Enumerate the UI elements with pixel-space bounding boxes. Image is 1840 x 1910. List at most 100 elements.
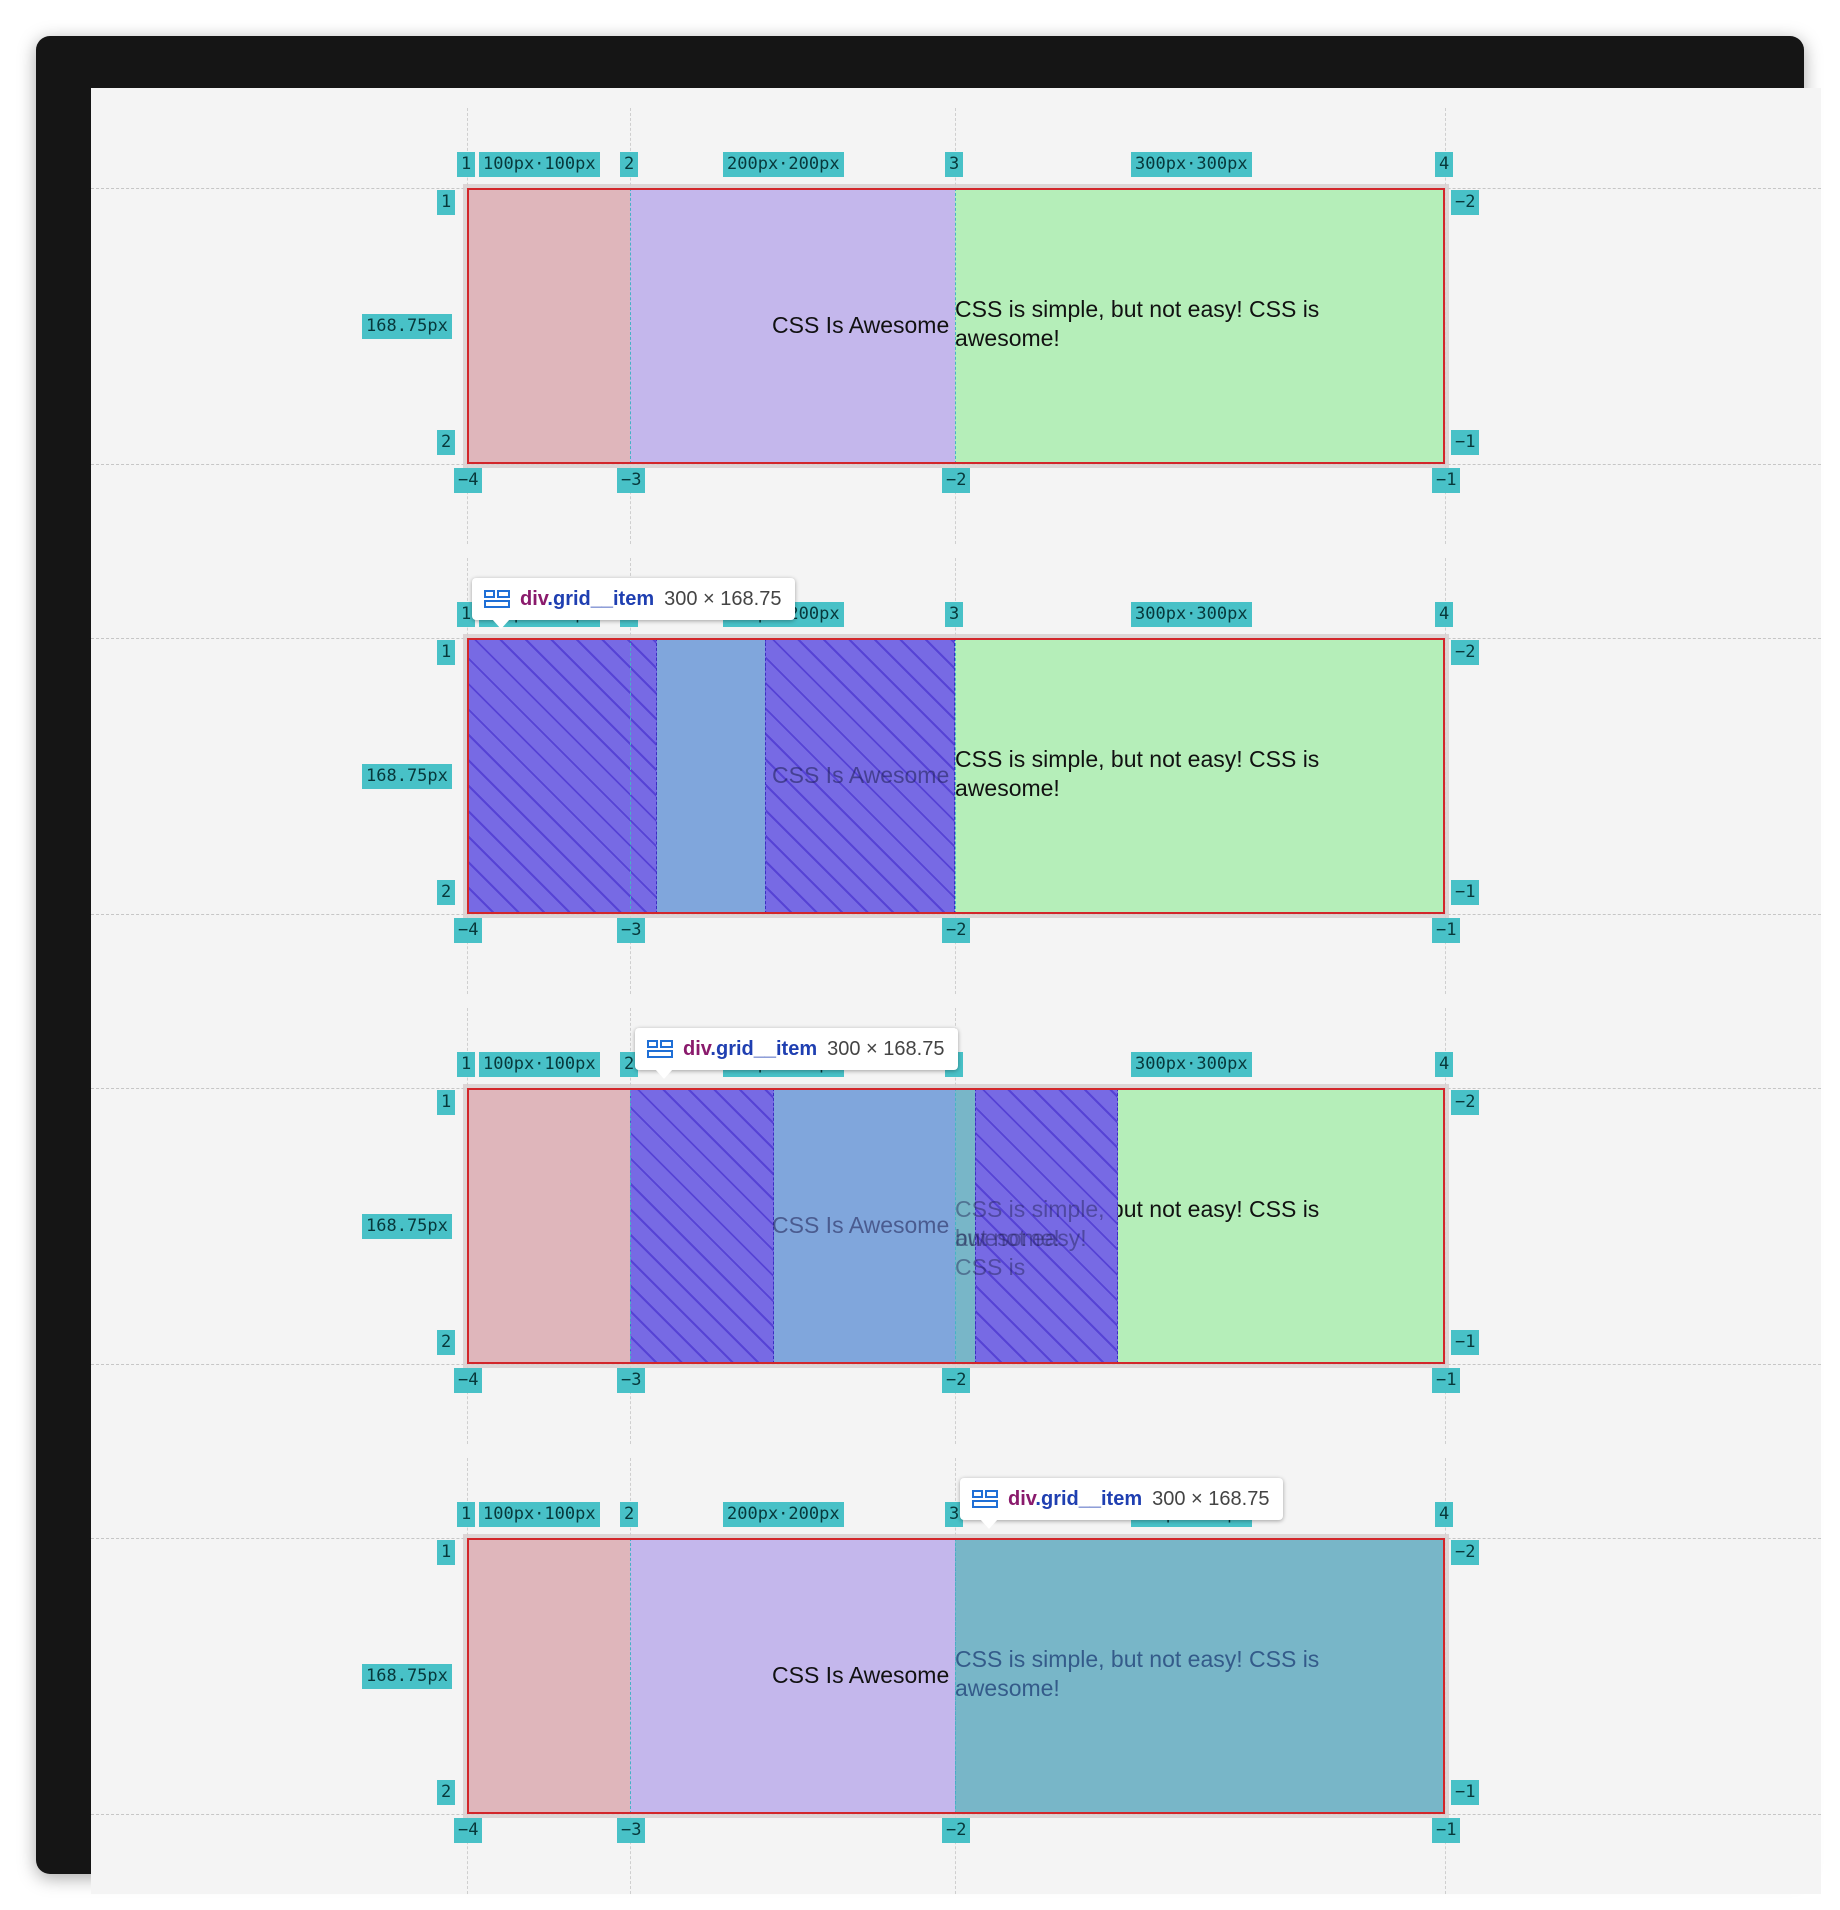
grid-layout-icon <box>484 590 510 608</box>
grid-item-text-line1: CSS is simple, but not easy! CSS is <box>955 296 1320 322</box>
grid-layout-icon <box>972 1490 998 1508</box>
track-size-label: 100px·100px <box>479 152 600 177</box>
row-size-label: 168.75px <box>362 314 452 339</box>
grid-container-3[interactable]: CSS Is AwesomeCSS is simple, but not eas… <box>467 1088 1445 1364</box>
column-line-negative-number: −4 <box>454 1818 483 1843</box>
row-line-negative-number: −2 <box>1451 1540 1480 1565</box>
column-line-negative-number: −3 <box>617 1368 646 1393</box>
grid-item-3[interactable]: CSS is simple, but not easy! CSS is aweso… <box>955 638 1445 914</box>
column-line-number: 2 <box>620 1502 639 1527</box>
row-guide-line <box>91 464 1821 465</box>
tooltip-tag: div <box>1008 1487 1036 1510</box>
grid-item-1[interactable] <box>467 1088 630 1364</box>
row-line-negative-number: −2 <box>1451 190 1480 215</box>
tooltip-dimensions: 300 × 168.75 <box>1152 1487 1270 1510</box>
element-tooltip: div.grid__item 300 × 168.75 <box>635 1028 959 1079</box>
track-size-label: 100px·100px <box>479 1502 600 1527</box>
column-divider <box>955 1538 956 1814</box>
row-line-number: 1 <box>437 640 456 665</box>
grid-container-1[interactable]: CSS Is Awesome CSS is simple, but not eas… <box>467 188 1445 464</box>
tooltip-selector: div.grid__item <box>683 1038 817 1061</box>
column-divider <box>630 638 631 914</box>
grid-item-2[interactable]: CSS Is Awesome <box>630 1538 955 1814</box>
grid-item-text-line1: CSS is simple, but not easy! CSS is <box>955 746 1320 772</box>
column-line-number: 1 <box>457 152 476 177</box>
column-line-negative-number: −3 <box>617 468 646 493</box>
hover-padding-hatch <box>467 638 657 914</box>
column-line-negative-number: −3 <box>617 918 646 943</box>
column-line-negative-number: −3 <box>617 1818 646 1843</box>
row-line-number: 2 <box>437 1330 456 1355</box>
tooltip-tag: div <box>683 1037 711 1060</box>
column-divider <box>955 1088 956 1364</box>
tooltip-dimensions: 300 × 168.75 <box>664 587 782 610</box>
tooltip-class: .grid__item <box>547 587 655 610</box>
column-line-negative-number: −1 <box>1432 468 1461 493</box>
grid-item-text-dimmed: CSS Is Awesome <box>772 762 950 788</box>
grid-item-1[interactable] <box>467 188 630 464</box>
grid-item-text: CSS Is Awesome <box>772 312 950 338</box>
grid-item-text-dimmed: CSS is simple, but not easy! CSS is <box>955 1646 1320 1672</box>
column-line-negative-number: −2 <box>942 918 971 943</box>
tooltip-class: .grid__item <box>1035 1487 1143 1510</box>
tooltip-arrow <box>492 619 510 629</box>
track-size-label: 300px·300px <box>1131 1052 1252 1077</box>
column-line-negative-number: −2 <box>942 1368 971 1393</box>
column-line-number: 4 <box>1435 152 1454 177</box>
track-size-label: 200px·200px <box>723 1502 844 1527</box>
grid-item-text-dimmed: awesome! <box>955 1675 1060 1701</box>
row-line-number: 2 <box>437 430 456 455</box>
grid-item-3[interactable]: CSS is simple, but not easy! CSS is aweso… <box>955 188 1445 464</box>
column-line-negative-number: −4 <box>454 468 483 493</box>
column-line-number: 2 <box>620 152 639 177</box>
row-line-number: 2 <box>437 1780 456 1805</box>
grid-item-text-line2: awesome! <box>955 775 1060 801</box>
column-line-negative-number: −1 <box>1432 1368 1461 1393</box>
tooltip-selector: div.grid__item <box>520 588 654 611</box>
tooltip-tag: div <box>520 587 548 610</box>
row-size-label: 168.75px <box>362 1664 452 1689</box>
tooltip-selector: div.grid__item <box>1008 1488 1142 1511</box>
column-line-negative-number: −1 <box>1432 1818 1461 1843</box>
row-line-negative-number: −1 <box>1451 880 1480 905</box>
row-guide-line <box>91 1814 1821 1815</box>
hover-padding-hatch <box>630 1088 774 1364</box>
element-tooltip: div.grid__item 300 × 168.75 <box>472 578 796 629</box>
column-divider <box>630 1088 631 1364</box>
track-size-label: 200px·200px <box>723 152 844 177</box>
grid-layout-icon <box>647 1040 673 1058</box>
column-line-number: 1 <box>457 1502 476 1527</box>
column-line-number: 1 <box>457 1052 476 1077</box>
column-line-negative-number: −2 <box>942 468 971 493</box>
row-line-negative-number: −1 <box>1451 1330 1480 1355</box>
column-line-negative-number: −4 <box>454 1368 483 1393</box>
grid-container-4[interactable]: CSS Is Awesome CSS is simple, but not eas… <box>467 1538 1445 1814</box>
column-line-number: 3 <box>945 602 964 627</box>
grid-item-text-dimmed: CSS Is Awesome <box>772 1212 950 1238</box>
row-line-number: 1 <box>437 1540 456 1565</box>
column-line-negative-number: −2 <box>942 1818 971 1843</box>
row-line-negative-number: −2 <box>1451 640 1480 665</box>
grid-container-2[interactable]: CSS Is AwesomeCSS is simple, but not eas… <box>467 638 1445 914</box>
column-line-negative-number: −1 <box>1432 918 1461 943</box>
column-line-number: 4 <box>1435 1502 1454 1527</box>
column-divider <box>630 188 631 464</box>
grid-item-2[interactable]: CSS Is Awesome <box>630 188 955 464</box>
tooltip-arrow <box>655 1069 673 1079</box>
row-line-negative-number: −1 <box>1451 1780 1480 1805</box>
tooltip-dimensions: 300 × 168.75 <box>827 1037 945 1060</box>
track-size-label: 100px·100px <box>479 1052 600 1077</box>
browser-viewport: CSS Is Awesome CSS is simple, but not eas… <box>91 88 1821 1894</box>
track-size-label: 300px·300px <box>1131 152 1252 177</box>
tooltip-class: .grid__item <box>710 1037 818 1060</box>
column-line-negative-number: −4 <box>454 918 483 943</box>
track-size-label: 300px·300px <box>1131 602 1252 627</box>
row-size-label: 168.75px <box>362 1214 452 1239</box>
grid-item-1[interactable] <box>467 1538 630 1814</box>
row-guide-line <box>91 1364 1821 1365</box>
row-line-number: 1 <box>437 190 456 215</box>
grid-item-text: CSS Is Awesome <box>772 1662 950 1688</box>
column-divider <box>630 1538 631 1814</box>
column-line-number: 3 <box>945 152 964 177</box>
element-tooltip: div.grid__item 300 × 168.75 <box>960 1478 1284 1529</box>
